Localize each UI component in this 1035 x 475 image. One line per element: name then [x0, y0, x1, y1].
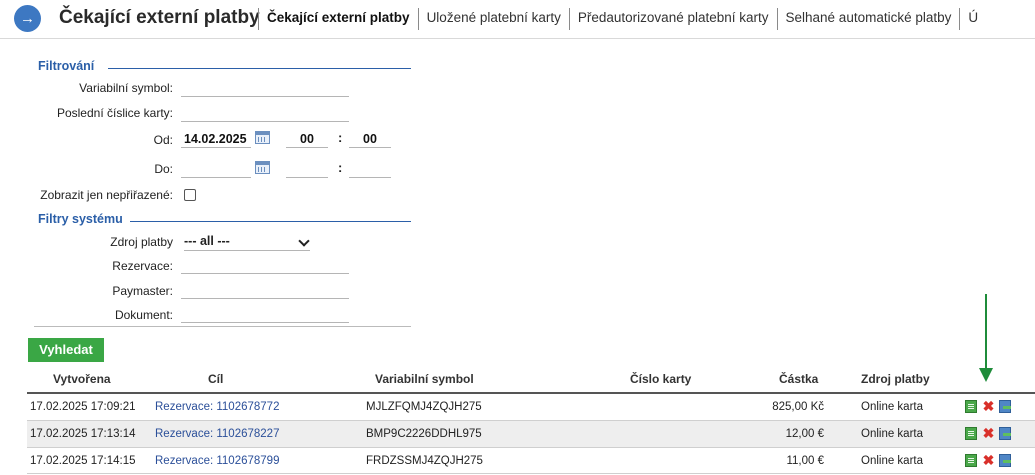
header-bar: → Čekající externí platby Čekající exter…	[0, 0, 1035, 39]
time-separator: :	[338, 160, 343, 175]
minute-from-input[interactable]: 00	[349, 130, 391, 148]
card-digits-label: Poslední číslice karty:	[56, 106, 173, 120]
variable-symbol-label: Variabilní symbol:	[79, 81, 173, 95]
created-cell: 17.02.2025 17:09:21	[30, 401, 136, 413]
row-divider	[27, 473, 1035, 474]
document-icon[interactable]	[965, 427, 977, 440]
paymaster-input[interactable]	[181, 281, 349, 299]
document-label: Dokument:	[114, 308, 173, 322]
calendar-icon[interactable]	[255, 161, 270, 174]
time-separator: :	[338, 130, 343, 145]
filter-section-title: Filtrování	[38, 59, 95, 73]
tab-bar: Čekající externí platby Uložené platební…	[258, 8, 986, 30]
target-link[interactable]: Rezervace: 1102678799	[155, 455, 279, 467]
paymaster-label: Paymaster:	[112, 284, 173, 298]
calendar-icon[interactable]	[255, 131, 270, 144]
date-from-label: Od:	[153, 133, 173, 147]
column-header-payment-source[interactable]: Zdroj platby	[861, 372, 930, 386]
document-icon[interactable]	[965, 454, 977, 467]
close-icon[interactable]: ✖	[982, 399, 995, 413]
hour-from-input[interactable]: 00	[286, 130, 328, 148]
target-link[interactable]: Rezervace: 1102678227	[155, 428, 279, 440]
date-to-input[interactable]	[181, 160, 251, 178]
payment-source-cell: Online karta	[861, 428, 924, 440]
minute-to-input[interactable]	[349, 160, 391, 178]
column-header-variable-symbol[interactable]: Variabilní symbol	[375, 372, 474, 386]
table-row: 17.02.2025 17:09:21 Rezervace: 110267877…	[27, 394, 1035, 420]
table-row: 17.02.2025 17:13:14 Rezervace: 110267822…	[27, 421, 1035, 447]
tab-more[interactable]: Ú	[959, 8, 986, 30]
created-cell: 17.02.2025 17:14:15	[30, 455, 136, 467]
hour-to-input[interactable]	[286, 160, 328, 178]
created-cell: 17.02.2025 17:13:14	[30, 428, 136, 440]
annotation-arrow	[985, 294, 987, 372]
close-icon[interactable]: ✖	[982, 453, 995, 467]
column-header-created[interactable]: Vytvořena	[53, 372, 111, 386]
unassigned-only-checkbox[interactable]	[184, 189, 196, 201]
payment-source-label: Zdroj platby	[110, 235, 173, 249]
document-input[interactable]	[181, 305, 349, 323]
back-arrow-icon[interactable]: →	[14, 5, 41, 32]
unassigned-only-label: Zobrazit jen nepřiřazené:	[40, 188, 173, 202]
tab-pending-payments[interactable]: Čekající externí platby	[258, 8, 418, 30]
system-filter-section-title: Filtry systému	[38, 212, 123, 226]
reservation-label: Rezervace:	[112, 259, 173, 273]
tab-preauthorized-cards[interactable]: Předautorizované platební karty	[568, 8, 777, 30]
document-icon[interactable]	[965, 400, 977, 413]
amount-cell: 11,00 €	[786, 455, 824, 467]
payment-source-selected: --- all ---	[184, 234, 230, 248]
payment-source-cell: Online karta	[861, 455, 924, 467]
variable-symbol-cell: MJLZFQMJ4ZQJH275	[366, 401, 482, 413]
amount-cell: 12,00 €	[785, 428, 824, 440]
variable-symbol-input[interactable]	[181, 79, 349, 97]
section-divider	[130, 221, 411, 222]
column-header-card-number[interactable]: Číslo karty	[630, 372, 691, 386]
column-header-target[interactable]: Cíl	[208, 372, 223, 386]
form-divider	[34, 326, 411, 327]
target-link[interactable]: Rezervace: 1102678772	[155, 401, 279, 413]
export-icon[interactable]	[999, 400, 1011, 413]
section-divider	[108, 68, 411, 69]
reservation-input[interactable]	[181, 256, 349, 274]
page-title: Čekající externí platby	[59, 7, 260, 28]
column-header-amount[interactable]: Částka	[779, 372, 818, 386]
search-button[interactable]: Vyhledat	[28, 338, 104, 362]
payment-source-cell: Online karta	[861, 401, 924, 413]
tab-saved-cards[interactable]: Uložené platební karty	[417, 8, 569, 30]
variable-symbol-cell: BMP9C2226DDHL975	[366, 428, 482, 440]
chevron-down-icon	[298, 235, 310, 247]
date-to-label: Do:	[154, 162, 173, 176]
close-icon[interactable]: ✖	[982, 426, 995, 440]
export-icon[interactable]	[999, 454, 1011, 467]
variable-symbol-cell: FRDZSSMJ4ZQJH275	[366, 455, 483, 467]
amount-cell: 825,00 Kč	[772, 401, 824, 413]
date-from-input[interactable]: 14.02.2025	[181, 130, 251, 148]
annotation-arrow-head	[979, 368, 993, 382]
export-icon[interactable]	[999, 427, 1011, 440]
card-digits-input[interactable]	[181, 104, 349, 122]
payment-source-select[interactable]: --- all ---	[184, 233, 310, 251]
tab-failed-auto-payments[interactable]: Selhané automatické platby	[776, 8, 960, 30]
table-row: 17.02.2025 17:14:15 Rezervace: 110267879…	[27, 448, 1035, 474]
